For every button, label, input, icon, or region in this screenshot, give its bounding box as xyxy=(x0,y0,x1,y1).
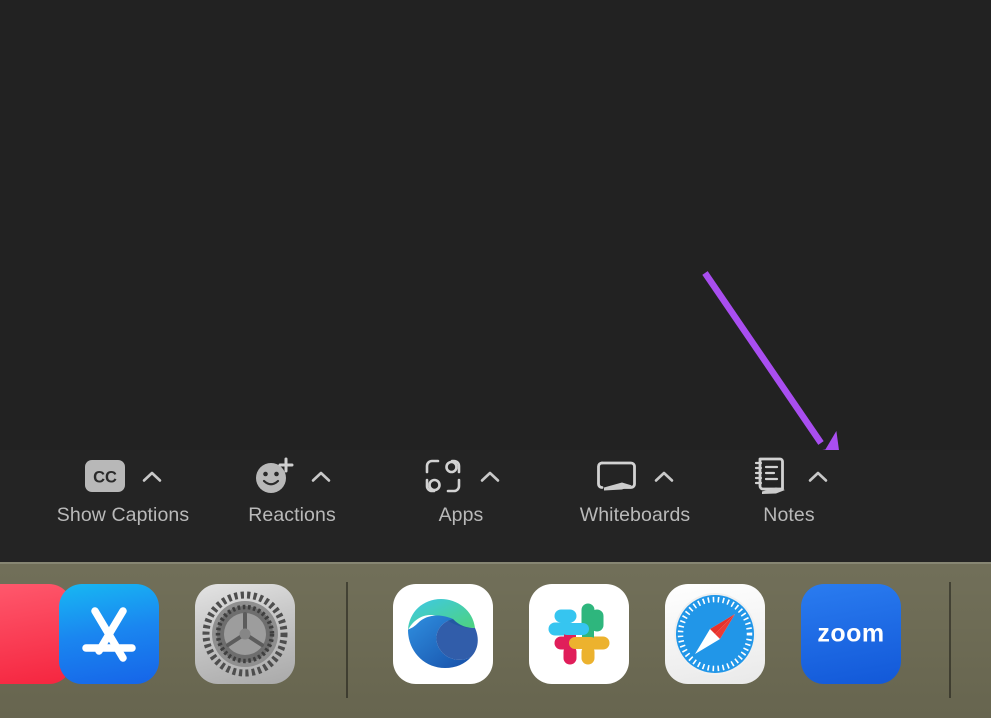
screen-root: CC Show Captions Reactions Apps Whiteboa… xyxy=(0,0,991,718)
toolbar-label-notes: Notes xyxy=(763,504,815,526)
toolbar-label-apps: Apps xyxy=(438,504,484,526)
chevron-up-icon[interactable] xyxy=(479,456,501,496)
toolbar-item-show-captions[interactable]: CC Show Captions xyxy=(38,450,208,527)
dock-item-slack[interactable] xyxy=(529,584,629,684)
dock-item-system-settings[interactable] xyxy=(195,584,295,684)
dock-item-zoom[interactable]: zoom xyxy=(801,584,901,684)
toolbar-item-whiteboards[interactable]: Whiteboards xyxy=(546,450,724,527)
whiteboard-pen-icon[interactable] xyxy=(595,456,639,496)
toolbar-item-notes[interactable]: Notes xyxy=(724,450,854,527)
meeting-video-canvas xyxy=(0,0,991,450)
dock-item-app-store[interactable] xyxy=(59,584,159,684)
toolbar-label-show-captions: Show Captions xyxy=(56,504,190,526)
smiley-plus-icon[interactable] xyxy=(252,456,296,496)
slack-icon[interactable] xyxy=(529,584,629,684)
safari-icon[interactable] xyxy=(665,584,765,684)
dock-separator xyxy=(346,582,348,698)
meeting-control-toolbar: CC Show Captions Reactions Apps Whiteboa… xyxy=(0,450,991,562)
microsoft-edge-icon[interactable] xyxy=(393,584,493,684)
toolbar-label-whiteboards: Whiteboards xyxy=(579,504,691,526)
system-settings-icon[interactable] xyxy=(195,584,295,684)
notepad-pen-icon[interactable] xyxy=(749,456,793,496)
macos-dock: zoom xyxy=(0,562,991,718)
apps-grid-icon[interactable] xyxy=(421,456,465,496)
zoom-wordmark: zoom xyxy=(817,619,885,648)
toolbar-item-reactions[interactable]: Reactions xyxy=(208,450,376,527)
chevron-up-icon[interactable] xyxy=(807,456,829,496)
zoom-icon[interactable]: zoom xyxy=(801,584,901,684)
dock-item-safari[interactable] xyxy=(665,584,765,684)
dock-separator xyxy=(949,582,951,698)
closed-captions-icon[interactable]: CC xyxy=(83,456,127,496)
app-store-icon[interactable] xyxy=(59,584,159,684)
chevron-up-icon[interactable] xyxy=(653,456,675,496)
dock-item-microsoft-edge[interactable] xyxy=(393,584,493,684)
toolbar-item-apps[interactable]: Apps xyxy=(376,450,546,527)
toolbar-label-reactions: Reactions xyxy=(248,504,336,526)
chevron-up-icon[interactable] xyxy=(141,456,163,496)
chevron-up-icon[interactable] xyxy=(310,456,332,496)
svg-text:CC: CC xyxy=(93,469,117,487)
